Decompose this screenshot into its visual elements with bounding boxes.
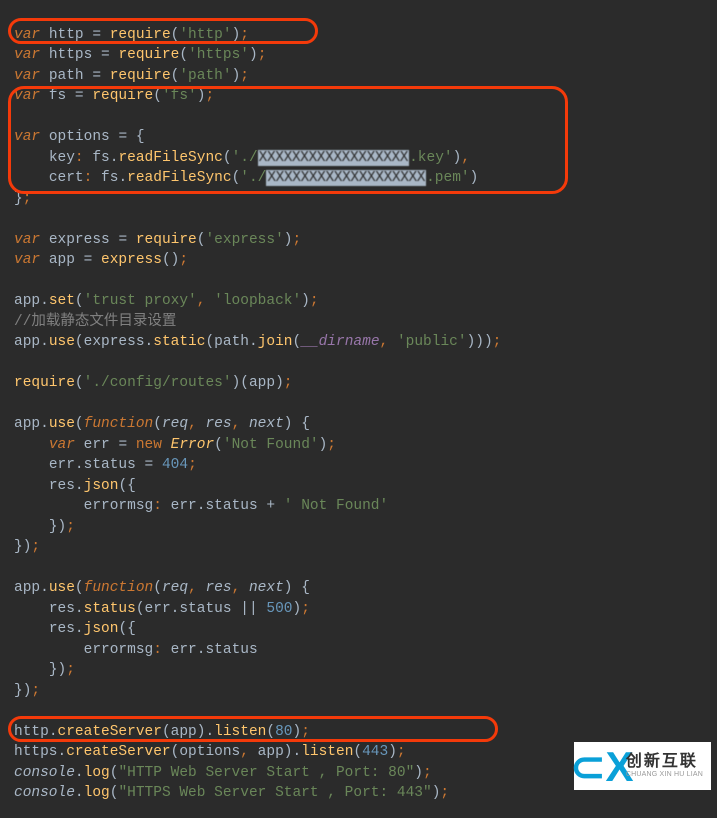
- redacted-text: XXXXXXXXXXXXXXXXXXX: [266, 170, 426, 186]
- logo-mark-icon: ⊂X: [582, 746, 622, 786]
- redacted-text: XXXXXXXXXXXXXXXXXX: [258, 150, 409, 166]
- logo-text-cn: 创新互联: [626, 754, 703, 771]
- logo-text-en: CHUANG XIN HU LIAN: [626, 771, 703, 778]
- watermark-logo: ⊂X 创新互联 CHUANG XIN HU LIAN: [574, 742, 711, 790]
- require-call: require: [110, 27, 171, 43]
- code-block: var http = require('http'); var https = …: [0, 0, 717, 818]
- code-comment: //加载静态文件目录设置: [14, 314, 176, 330]
